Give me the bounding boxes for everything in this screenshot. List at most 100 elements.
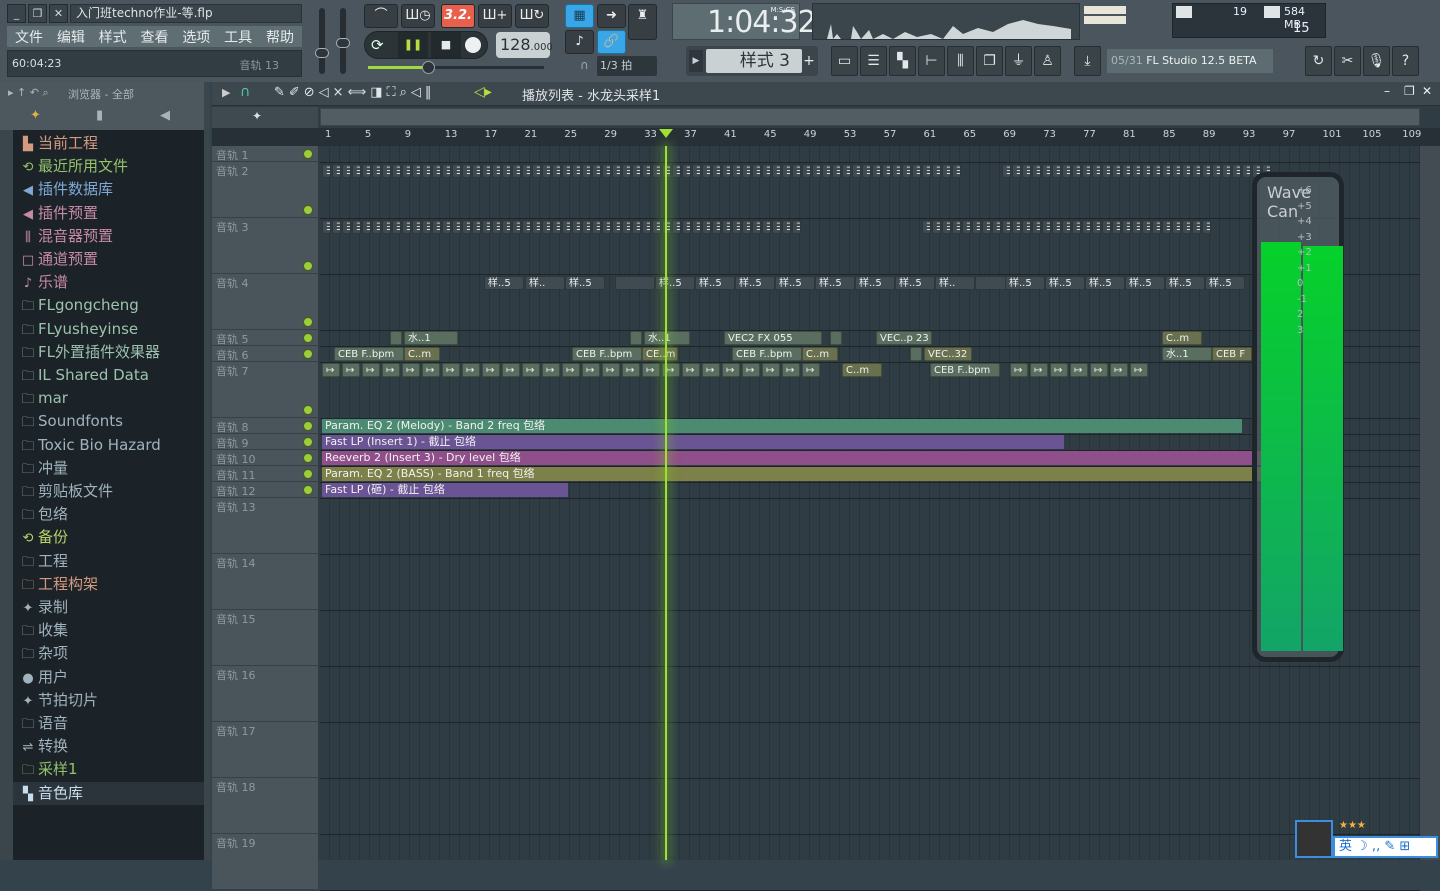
browser-item[interactable]: 🗀 mar [13, 387, 204, 410]
track-header[interactable]: 音轨 17 [212, 722, 318, 778]
pattern-clip[interactable]: ∃ [362, 164, 371, 178]
pattern-clip[interactable]: ∃ [942, 164, 951, 178]
ime-lang[interactable]: 英 [1339, 839, 1352, 854]
pattern-clip[interactable]: ∃ [642, 220, 651, 234]
mixer-button[interactable]: ⫼ [947, 46, 974, 76]
pattern-clip[interactable]: ∃ [442, 220, 451, 234]
pattern-clip[interactable]: ∃ [852, 164, 861, 178]
pattern-clip[interactable]: ∃ [592, 220, 601, 234]
pattern-clip[interactable]: 样..5 [1205, 276, 1245, 290]
pattern-clip[interactable]: ∃ [772, 164, 781, 178]
pattern-clip[interactable]: ∃ [502, 164, 511, 178]
loop-mode-button[interactable]: ⟳ [371, 36, 384, 54]
pattern-clip[interactable]: ∃ [922, 164, 931, 178]
pattern-clip[interactable]: ∃ [1012, 164, 1021, 178]
pattern-clip[interactable]: ∃ [412, 220, 421, 234]
pattern-clip[interactable]: ∃ [322, 164, 331, 178]
pattern-clip[interactable]: 样..5 [1165, 276, 1205, 290]
audio-clip[interactable]: ↦ [1110, 363, 1128, 377]
pattern-clip[interactable]: ∃ [742, 220, 751, 234]
menu-file[interactable]: 文件 [15, 27, 43, 47]
pattern-clip[interactable]: ∃ [1172, 220, 1181, 234]
pattern-clip[interactable]: ∃ [982, 220, 991, 234]
pattern-clip[interactable]: 样..5 [484, 276, 524, 290]
pattern-clip[interactable]: ∃ [1202, 220, 1211, 234]
pattern-clip[interactable]: ∃ [682, 220, 691, 234]
pattern-clip[interactable]: ∃ [1152, 220, 1161, 234]
browser-item[interactable]: ● 用户 [13, 666, 204, 689]
document-filter-icon[interactable]: ▮ [96, 108, 103, 123]
pattern-clip[interactable]: ∃ [332, 220, 341, 234]
pattern-clip[interactable]: ∃ [1242, 164, 1251, 178]
audio-clip[interactable] [630, 331, 642, 345]
track-mute-led[interactable] [303, 333, 313, 343]
browser-item[interactable]: 🗀 IL Shared Data [13, 364, 204, 387]
pattern-clip[interactable]: ∃ [1042, 220, 1051, 234]
pattern-clip[interactable]: ∃ [1092, 164, 1101, 178]
pattern-clip[interactable]: ∃ [1142, 220, 1151, 234]
audio-clip[interactable]: CEB F [1212, 347, 1252, 361]
pattern-clip[interactable]: ∃ [452, 164, 461, 178]
browser-nav-icons[interactable]: ▸ ↑ ↶ ⌕ [8, 86, 49, 100]
audio-clip[interactable] [910, 347, 922, 361]
audio-clip[interactable]: ↦ [702, 363, 720, 377]
browser-item[interactable]: 🗀 工程 [13, 550, 204, 573]
pattern-clip[interactable]: ∃ [792, 220, 801, 234]
pattern-clip[interactable]: ∃ [442, 164, 451, 178]
audio-clip[interactable]: ↦ [742, 363, 760, 377]
pattern-clip[interactable]: 样..5 [775, 276, 815, 290]
playhead-marker[interactable] [659, 129, 673, 138]
pattern-clip[interactable]: ∃ [672, 220, 681, 234]
audio-clip[interactable]: ↦ [1050, 363, 1068, 377]
audio-clip[interactable]: ↦ [782, 363, 800, 377]
audio-clip[interactable]: ↦ [1090, 363, 1108, 377]
pattern-clip[interactable]: ∃ [632, 220, 641, 234]
pattern-clip[interactable]: ∃ [362, 220, 371, 234]
track-mute-led[interactable] [303, 437, 313, 447]
track-header[interactable]: 音轨 1 [212, 146, 318, 162]
pattern-clip[interactable]: ∃ [1212, 164, 1221, 178]
audio-clip[interactable]: ↦ [602, 363, 620, 377]
pattern-clip[interactable]: ∃ [752, 164, 761, 178]
pattern-clip[interactable]: ∃ [352, 164, 361, 178]
audio-clip[interactable]: 水..1 [1162, 347, 1212, 361]
audio-clip[interactable]: ↦ [402, 363, 420, 377]
playlist-window-button[interactable]: ▭ [831, 46, 858, 76]
audio-clip[interactable]: ↦ [522, 363, 540, 377]
pattern-clip[interactable]: ∃ [452, 220, 461, 234]
browser-item[interactable]: 🗀 FL外置插件效果器 [13, 341, 204, 364]
menu-tools[interactable]: 工具 [224, 27, 252, 47]
pattern-clip[interactable]: ∃ [582, 164, 591, 178]
pattern-clip[interactable]: ∃ [732, 164, 741, 178]
track-header[interactable]: 音轨 7 [212, 362, 318, 418]
plugin-filter-icon[interactable]: ◀ [160, 108, 170, 123]
pattern-clip[interactable]: ∃ [1072, 220, 1081, 234]
browser-item[interactable]: ▙ 当前工程 [13, 132, 204, 155]
pattern-clip[interactable]: ∃ [322, 220, 331, 234]
restore-button[interactable]: ❐ [28, 4, 47, 23]
audio-clip[interactable]: ↦ [1130, 363, 1148, 377]
audio-clip[interactable]: ↦ [422, 363, 440, 377]
audio-clip[interactable]: ↦ [1070, 363, 1088, 377]
audio-clip[interactable]: C..m [1162, 331, 1202, 345]
audio-clip[interactable]: ↦ [562, 363, 580, 377]
audio-clip[interactable]: CEB F..bpm [572, 347, 642, 361]
pattern-clip[interactable]: ∃ [792, 164, 801, 178]
pattern-clip[interactable]: ∃ [342, 220, 351, 234]
pattern-clip[interactable]: ∃ [1062, 220, 1071, 234]
snap-selector[interactable]: 1/3 拍 [597, 56, 657, 76]
audio-clip[interactable]: C..m [404, 347, 440, 361]
pattern-clip[interactable]: ∃ [722, 220, 731, 234]
audio-clip[interactable]: CEB F..bpm [930, 363, 1000, 377]
pattern-clip[interactable]: ∃ [1022, 220, 1031, 234]
pattern-clip[interactable]: ∃ [562, 164, 571, 178]
audio-clip[interactable]: VEC..32 [924, 347, 972, 361]
pattern-clip[interactable]: ∃ [1192, 164, 1201, 178]
track-mute-led[interactable] [303, 421, 313, 431]
pattern-clip[interactable]: ∃ [522, 164, 531, 178]
browser-item[interactable]: ✦ 录制 [13, 596, 204, 619]
pattern-clip[interactable]: ∃ [782, 220, 791, 234]
news-bar[interactable]: 05/31 FL Studio 12.5 BETA [1107, 49, 1273, 73]
download-button[interactable]: ⤓ [1074, 46, 1101, 76]
pattern-clip[interactable]: ∃ [1152, 164, 1161, 178]
